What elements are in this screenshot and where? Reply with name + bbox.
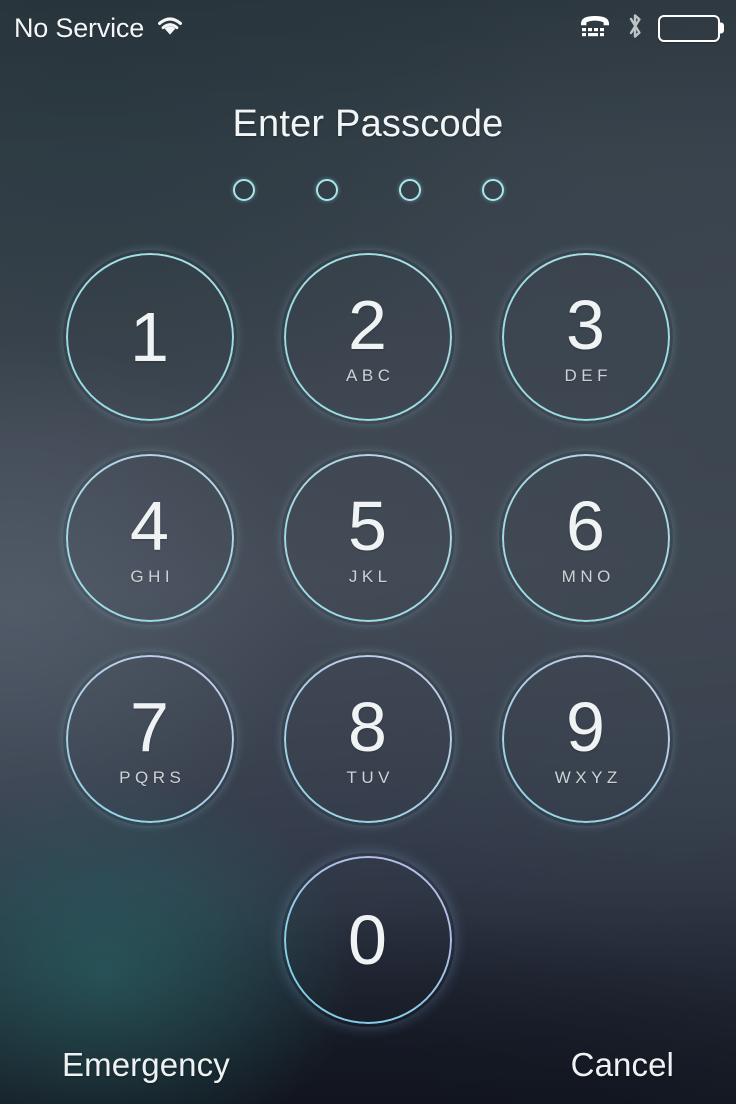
keypad-key-digit: 3: [566, 286, 606, 364]
keypad-key-digit: 9: [566, 688, 606, 766]
keypad-key-letters: PQRS: [119, 768, 186, 787]
keypad-key-letters: DEF: [564, 366, 612, 385]
keypad-key-letters: ABC: [346, 366, 395, 385]
keypad-key-0[interactable]: 0: [284, 856, 452, 1024]
keypad-key-digit: 1: [130, 298, 170, 376]
keypad-key-digit: 7: [130, 688, 170, 766]
keypad-row: 0: [0, 856, 736, 1024]
emergency-button[interactable]: Emergency: [62, 1048, 230, 1081]
keypad-key-digit: 4: [130, 487, 170, 565]
status-bar-right: [578, 12, 724, 45]
passcode-dots: [0, 179, 736, 201]
keypad-key-digit: 0: [348, 901, 388, 979]
wifi-icon: [154, 14, 186, 43]
passcode-dot: [232, 179, 255, 201]
keypad-key-letters: WXYZ: [554, 768, 622, 787]
lock-screen: No Service Enter Passcode 1 2 ABC 3 DEF …: [0, 0, 736, 1104]
passcode-dot: [315, 179, 338, 201]
keypad-key-letters: TUV: [346, 768, 394, 787]
passcode-prompt: Enter Passcode: [0, 103, 736, 146]
keypad-key-digit: 6: [566, 487, 606, 565]
cancel-button[interactable]: Cancel: [571, 1048, 674, 1081]
keypad-key-6[interactable]: 6 MNO: [502, 454, 670, 622]
keypad-key-digit: 8: [348, 688, 388, 766]
keypad-key-letters: MNO: [561, 567, 615, 586]
keypad-key-5[interactable]: 5 JKL: [284, 454, 452, 622]
status-bar-left: No Service: [14, 14, 186, 43]
bluetooth-icon: [626, 12, 644, 45]
keypad-key-letters: JKL: [348, 567, 392, 586]
passcode-keypad: 1 2 ABC 3 DEF 4 GHI 5 JKL 6 MNO 7 PQRS 8…: [0, 253, 736, 1024]
keypad-row: 1 2 ABC 3 DEF: [0, 253, 736, 421]
keypad-key-digit: 5: [348, 487, 388, 565]
keypad-key-4[interactable]: 4 GHI: [66, 454, 234, 622]
keypad-key-8[interactable]: 8 TUV: [284, 655, 452, 823]
status-bar: No Service: [0, 0, 736, 56]
page-title: Enter Passcode: [232, 103, 504, 145]
keypad-key-1[interactable]: 1: [66, 253, 234, 421]
passcode-dot: [398, 179, 421, 201]
carrier-label: No Service: [14, 12, 145, 43]
keypad-key-digit: 2: [348, 286, 388, 364]
bottom-action-bar: Emergency Cancel: [0, 1048, 736, 1081]
keypad-row: 4 GHI 5 JKL 6 MNO: [0, 454, 736, 622]
keypad-row: 7 PQRS 8 TUV 9 WXYZ: [0, 655, 736, 823]
keypad-key-letters: GHI: [130, 567, 175, 586]
keypad-key-2[interactable]: 2 ABC: [284, 253, 452, 421]
keypad-key-7[interactable]: 7 PQRS: [66, 655, 234, 823]
tty-icon: [578, 13, 612, 44]
passcode-dot: [481, 179, 504, 201]
keypad-key-3[interactable]: 3 DEF: [502, 253, 670, 421]
keypad-key-9[interactable]: 9 WXYZ: [502, 655, 670, 823]
battery-icon: [658, 14, 724, 42]
